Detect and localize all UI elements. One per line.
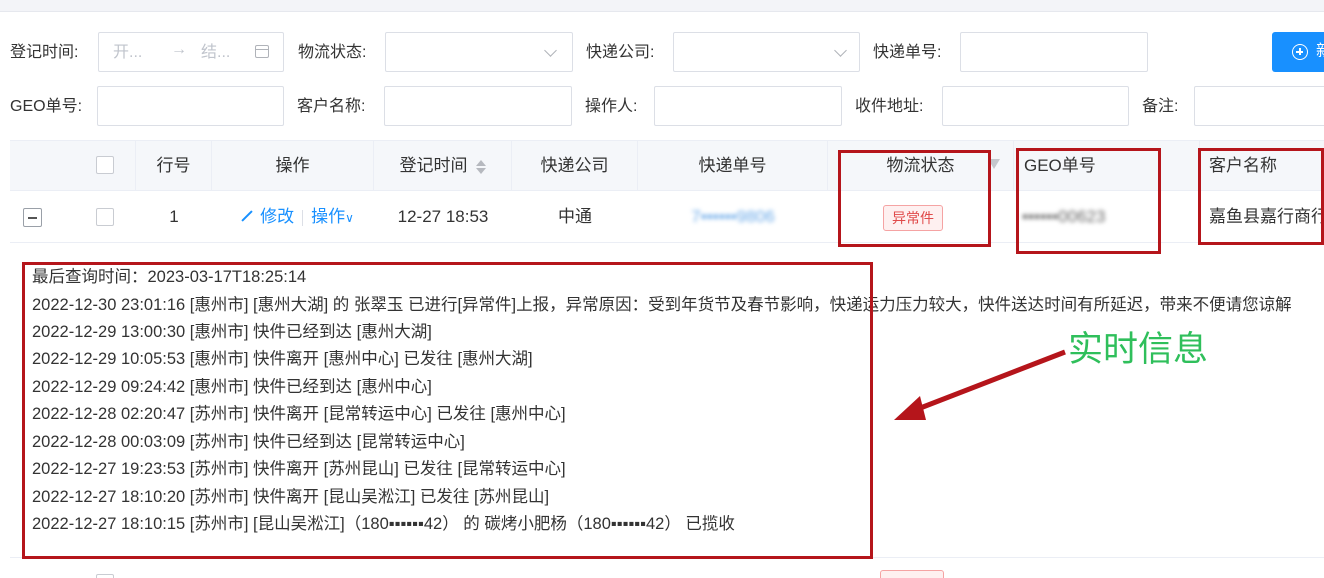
top-strip: [0, 0, 1324, 12]
edit-link[interactable]: 修改: [240, 207, 294, 226]
add-button-label: 新: [1316, 42, 1324, 62]
reg-time-cell: 12-27 18:53: [397, 207, 489, 226]
table-row[interactable]: [10, 557, 1324, 578]
reg-time-label: 登记时间:: [10, 44, 79, 61]
tracking-no-label: 快递单号:: [873, 44, 942, 61]
operator-input[interactable]: [654, 86, 842, 126]
col-customer-label: 客户名称: [1209, 156, 1277, 175]
select-all-checkbox[interactable]: [96, 156, 114, 174]
col-geo-no: GEO单号: [1014, 141, 1200, 190]
row-checkbox[interactable]: [96, 574, 114, 578]
logistics-status-select[interactable]: [385, 32, 573, 72]
plus-circle-icon: [1292, 44, 1308, 60]
tracking-event: 2022-12-29 13:00:30 [惠州市] 快件已经到达 [惠州大湖]: [32, 323, 432, 341]
sort-icon[interactable]: [475, 159, 486, 175]
annotation-callout: 实时信息: [1068, 330, 1209, 370]
annotation-arrow-icon: [894, 349, 1066, 420]
row-no-cell: 1: [169, 207, 179, 226]
date-range-picker[interactable]: 开... → 结...: [98, 32, 284, 72]
chevron-down-icon: [834, 44, 847, 57]
col-actions: 操作: [212, 141, 374, 190]
tracking-no-input[interactable]: [960, 32, 1148, 72]
date-end-input[interactable]: 结...: [201, 43, 230, 63]
tracking-event: 2022-12-29 09:24:42 [惠州市] 快件已经到达 [惠州中心]: [32, 378, 432, 396]
more-actions-dropdown[interactable]: 操作∨: [311, 207, 354, 226]
tracking-detail-panel: [10, 243, 1324, 557]
operator-label: 操作人:: [585, 98, 638, 115]
date-start-input[interactable]: 开...: [113, 43, 142, 63]
status-cell: 异常件: [828, 191, 998, 243]
logistics-status-label: 物流状态:: [298, 44, 367, 61]
tracking-event: 2022-12-28 00:03:09 [苏州市] 快件已经到达 [昆常转运中心…: [32, 433, 465, 451]
geo-no-cell: ▪▪▪▪▪▪00623: [1022, 207, 1106, 226]
date-range-arrow-icon: →: [171, 41, 187, 58]
col-tracking-no: 快递单号: [638, 141, 828, 190]
calendar-icon: [255, 45, 269, 58]
geo-no-label: GEO单号:: [10, 98, 83, 115]
table-row[interactable]: 1 修改 操作∨ 12-27 18:53 中通 7▪▪▪▪▪▪9806 异常件 ▪…: [10, 191, 1324, 243]
filter-icon[interactable]: [988, 159, 1000, 169]
col-reg-time-label: 登记时间: [399, 156, 468, 175]
tracking-event: 2022-12-30 23:01:16 [惠州市] [惠州大湖] 的 张翠玉 已…: [32, 296, 1292, 314]
courier-label: 快递公司:: [586, 44, 655, 61]
actions-cell: 修改 操作∨: [212, 191, 382, 243]
row-checkbox[interactable]: [96, 208, 114, 226]
remark-input[interactable]: [1194, 86, 1324, 126]
customer-label: 客户名称:: [297, 98, 366, 115]
status-badge: 异常件: [883, 204, 943, 231]
edit-label: 修改: [260, 207, 295, 226]
customer-cell: 嘉鱼县嘉行商行: [1209, 207, 1324, 226]
geo-no-input[interactable]: [97, 86, 284, 126]
add-button[interactable]: 新: [1272, 32, 1324, 72]
tracking-no-cell: 7▪▪▪▪▪▪9806: [638, 191, 828, 243]
select-col-header: [54, 141, 136, 190]
customer-input[interactable]: [384, 86, 572, 126]
status-badge: [880, 570, 944, 578]
action-separator: [302, 209, 304, 226]
col-geo-no-label: GEO单号: [1024, 156, 1096, 175]
remark-label: 备注:: [1142, 98, 1179, 115]
col-courier: 快递公司: [512, 141, 638, 190]
table-header: 行号 操作 登记时间 快递公司 快递单号 物流状态 GEO单号 客户名称: [10, 140, 1324, 191]
tracking-event: 2022-12-27 19:23:53 [苏州市] 快件离开 [苏州昆山] 已发…: [32, 460, 566, 478]
col-customer: 客户名称: [1200, 141, 1324, 190]
col-status: 物流状态: [828, 141, 1014, 190]
tracking-event: 2022-12-27 18:10:20 [苏州市] 快件离开 [昆山吴淞江] 已…: [32, 488, 550, 506]
address-input[interactable]: [942, 86, 1129, 126]
tracking-no-link[interactable]: 7▪▪▪▪▪▪9806: [691, 207, 774, 226]
expand-col-header: [10, 141, 54, 190]
col-row-no: 行号: [136, 141, 212, 190]
edit-pen-icon: [241, 209, 253, 222]
chevron-down-icon: ∨: [345, 211, 354, 225]
tracking-event: 2022-12-27 18:10:15 [苏州市] [昆山吴淞江]（180▪▪▪…: [32, 515, 735, 533]
courier-cell: 中通: [558, 207, 592, 226]
more-actions-label: 操作: [311, 207, 346, 226]
tracking-event: 2022-12-29 10:05:53 [惠州市] 快件离开 [惠州中心] 已发…: [32, 350, 533, 368]
last-query-time: 最后查询时间：2023-03-17T18:25:14: [32, 268, 307, 286]
tracking-event: 2022-12-28 02:20:47 [苏州市] 快件离开 [昆常转运中心] …: [32, 405, 566, 423]
courier-select[interactable]: [673, 32, 860, 72]
chevron-down-icon: [544, 44, 557, 57]
col-reg-time[interactable]: 登记时间: [374, 141, 512, 190]
collapse-row-icon[interactable]: [23, 208, 42, 227]
address-label: 收件地址:: [855, 98, 924, 115]
